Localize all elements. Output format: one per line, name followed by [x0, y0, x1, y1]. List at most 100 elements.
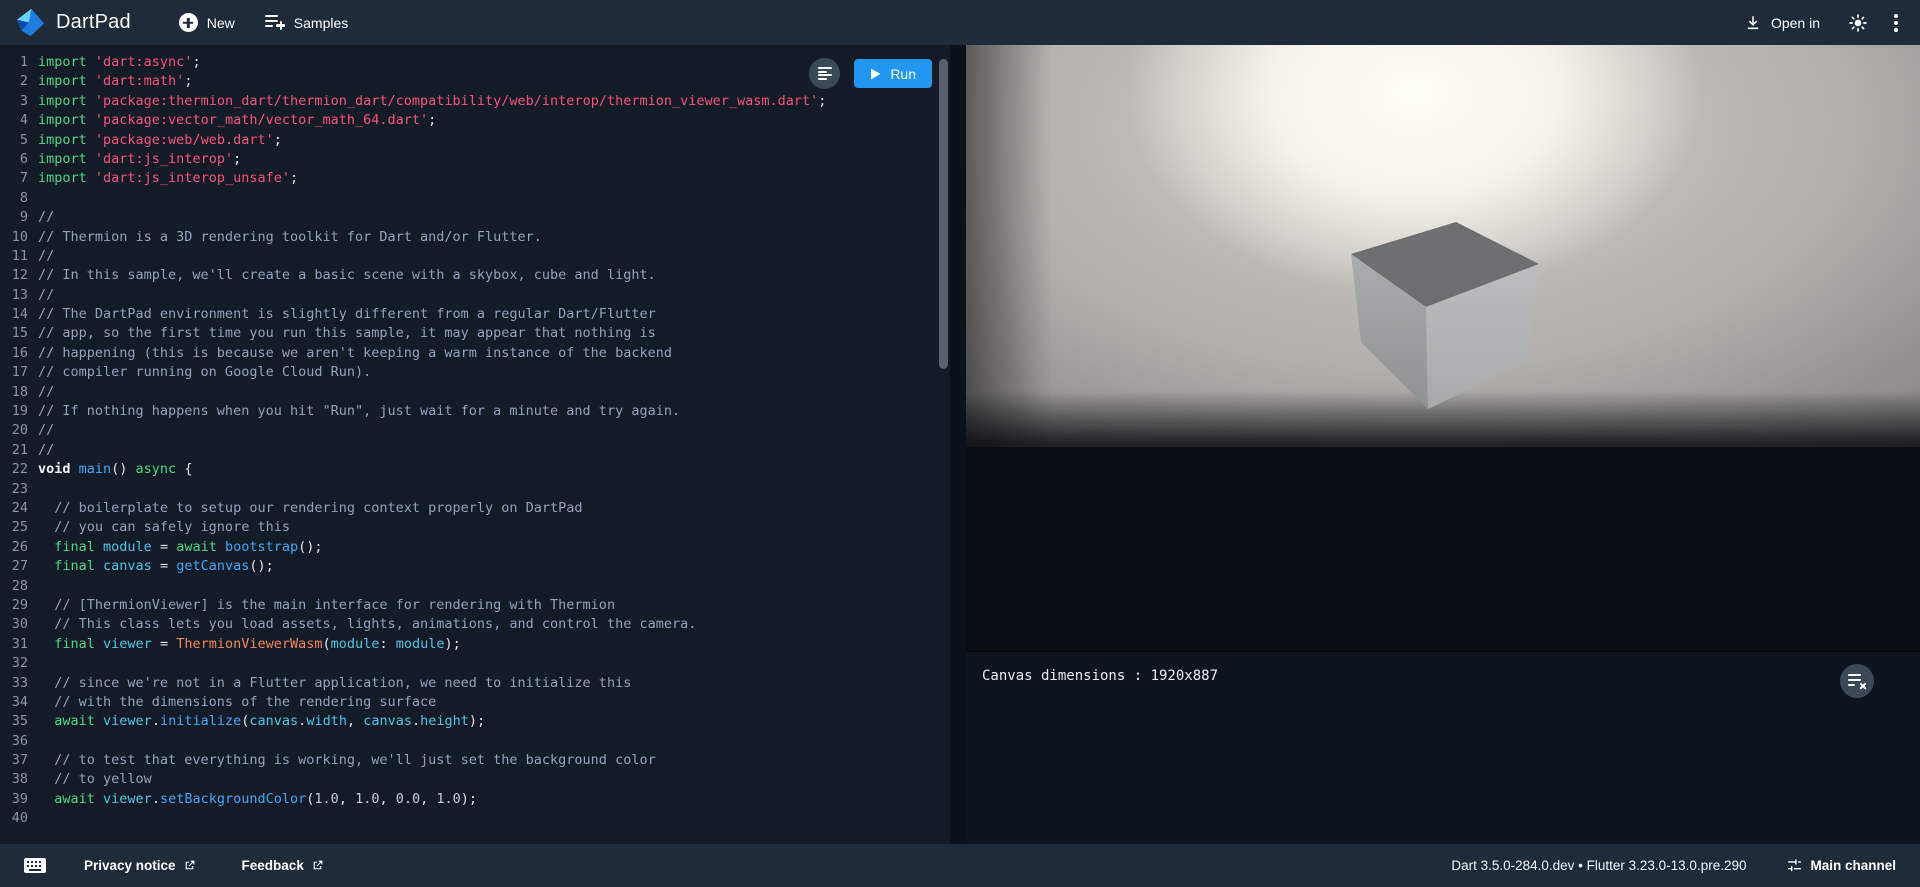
code-line[interactable]: 2import 'dart:math'; [0, 72, 950, 91]
editor-panel: 1import 'dart:async';2import 'dart:math'… [0, 45, 950, 844]
open-in-new-icon [183, 859, 196, 872]
add-circle-icon [179, 13, 198, 32]
format-align-icon [818, 67, 832, 80]
code-line[interactable]: 18// [0, 383, 950, 402]
main-area: 1import 'dart:async';2import 'dart:math'… [0, 45, 1920, 844]
line-number: 37 [0, 751, 38, 770]
code-line[interactable]: 31 final viewer = ThermionViewerWasm(mod… [0, 635, 950, 654]
rendered-cube [966, 45, 1920, 447]
console-output: Canvas dimensions : 1920x887 [982, 666, 1904, 686]
code-line[interactable]: 36 [0, 732, 950, 751]
code-line[interactable]: 35 await viewer.initialize(canvas.width,… [0, 712, 950, 731]
playlist-add-icon [265, 15, 285, 30]
app-title: DartPad [56, 11, 131, 34]
new-button[interactable]: New [171, 7, 243, 38]
code-line[interactable]: 9// [0, 208, 950, 227]
theme-toggle-button[interactable] [1842, 7, 1874, 39]
line-number: 18 [0, 383, 38, 402]
code-line[interactable]: 21// [0, 441, 950, 460]
status-bar: Privacy notice Feedback Dart 3.5.0-284.0… [0, 844, 1920, 887]
line-number: 33 [0, 674, 38, 693]
overflow-menu-button[interactable] [1888, 10, 1904, 36]
code-line[interactable]: 16// happening (this is because we aren'… [0, 344, 950, 363]
code-line[interactable]: 37 // to test that everything is working… [0, 751, 950, 770]
line-number: 29 [0, 596, 38, 615]
code-line[interactable]: 3import 'package:thermion_dart/thermion_… [0, 92, 950, 111]
code-line[interactable]: 1import 'dart:async'; [0, 53, 950, 72]
open-in-label: Open in [1771, 15, 1820, 31]
code-line[interactable]: 4import 'package:vector_math/vector_math… [0, 111, 950, 130]
line-number: 38 [0, 770, 38, 789]
code-line[interactable]: 26 final module = await bootstrap(); [0, 538, 950, 557]
code-line[interactable]: 7import 'dart:js_interop_unsafe'; [0, 169, 950, 188]
line-number: 1 [0, 53, 38, 72]
code-line[interactable]: 6import 'dart:js_interop'; [0, 150, 950, 169]
run-button[interactable]: Run [854, 59, 932, 88]
code-editor[interactable]: 1import 'dart:async';2import 'dart:math'… [0, 45, 950, 844]
line-number: 35 [0, 712, 38, 731]
feedback-link[interactable]: Feedback [236, 854, 330, 877]
code-line[interactable]: 13// [0, 286, 950, 305]
play-icon [870, 68, 881, 80]
privacy-notice-link[interactable]: Privacy notice [78, 854, 202, 877]
clear-console-button[interactable] [1840, 664, 1874, 698]
code-line[interactable]: 12// In this sample, we'll create a basi… [0, 266, 950, 285]
line-number: 32 [0, 654, 38, 673]
code-line[interactable]: 30 // This class lets you load assets, l… [0, 615, 950, 634]
samples-button[interactable]: Samples [257, 9, 356, 37]
code-line[interactable]: 34 // with the dimensions of the renderi… [0, 693, 950, 712]
open-in-button[interactable]: Open in [1736, 8, 1828, 38]
download-icon [1744, 14, 1762, 32]
code-line[interactable]: 29 // [ThermionViewer] is the main inter… [0, 596, 950, 615]
kebab-menu-icon [1894, 14, 1898, 18]
format-button[interactable] [809, 58, 840, 89]
panel-splitter[interactable] [950, 45, 966, 844]
run-button-label: Run [890, 66, 916, 82]
output-panel: Canvas dimensions : 1920x887 [966, 45, 1920, 844]
code-line[interactable]: 24 // boilerplate to setup our rendering… [0, 499, 950, 518]
code-line[interactable]: 15// app, so the first time you run this… [0, 324, 950, 343]
code-line[interactable]: 33 // since we're not in a Flutter appli… [0, 674, 950, 693]
code-line[interactable]: 17// compiler running on Google Cloud Ru… [0, 363, 950, 382]
line-number: 26 [0, 538, 38, 557]
code-line[interactable]: 40 [0, 809, 950, 828]
line-number: 25 [0, 518, 38, 537]
code-line[interactable]: 28 [0, 577, 950, 596]
code-line[interactable]: 32 [0, 654, 950, 673]
line-number: 12 [0, 266, 38, 285]
line-number: 34 [0, 693, 38, 712]
line-number: 21 [0, 441, 38, 460]
code-line[interactable]: 25 // you can safely ignore this [0, 518, 950, 537]
code-line[interactable]: 8 [0, 189, 950, 208]
code-line[interactable]: 22void main() async { [0, 460, 950, 479]
clear-console-icon [1848, 673, 1866, 689]
line-number: 8 [0, 189, 38, 208]
brightness-sun-icon [1848, 13, 1868, 33]
render-viewport[interactable] [966, 45, 1920, 447]
privacy-notice-label: Privacy notice [84, 858, 176, 873]
line-number: 27 [0, 557, 38, 576]
line-number: 31 [0, 635, 38, 654]
code-line[interactable]: 14// The DartPad environment is slightly… [0, 305, 950, 324]
version-text: Dart 3.5.0-284.0.dev • Flutter 3.23.0-13… [1451, 858, 1746, 873]
code-line[interactable]: 20// [0, 421, 950, 440]
code-line[interactable]: 11// [0, 247, 950, 266]
code-line[interactable]: 23 [0, 480, 950, 499]
code-line[interactable]: 19// If nothing happens when you hit "Ru… [0, 402, 950, 421]
scrollbar-thumb[interactable] [939, 59, 948, 369]
code-line[interactable]: 5import 'package:web/web.dart'; [0, 131, 950, 150]
feedback-label: Feedback [242, 858, 304, 873]
code-line[interactable]: 38 // to yellow [0, 770, 950, 789]
code-line[interactable]: 39 await viewer.setBackgroundColor(1.0, … [0, 790, 950, 809]
code-line[interactable]: 27 final canvas = getCanvas(); [0, 557, 950, 576]
code-line[interactable]: 10// Thermion is a 3D rendering toolkit … [0, 228, 950, 247]
dartpad-logo [16, 8, 45, 37]
line-number: 39 [0, 790, 38, 809]
editor-scrollbar[interactable] [938, 45, 950, 844]
line-number: 3 [0, 92, 38, 111]
channel-selector-button[interactable]: Main channel [1780, 853, 1902, 878]
channel-label: Main channel [1810, 858, 1896, 873]
open-in-new-icon [311, 859, 324, 872]
keyboard-shortcuts-button[interactable] [18, 852, 52, 879]
line-number: 28 [0, 577, 38, 596]
